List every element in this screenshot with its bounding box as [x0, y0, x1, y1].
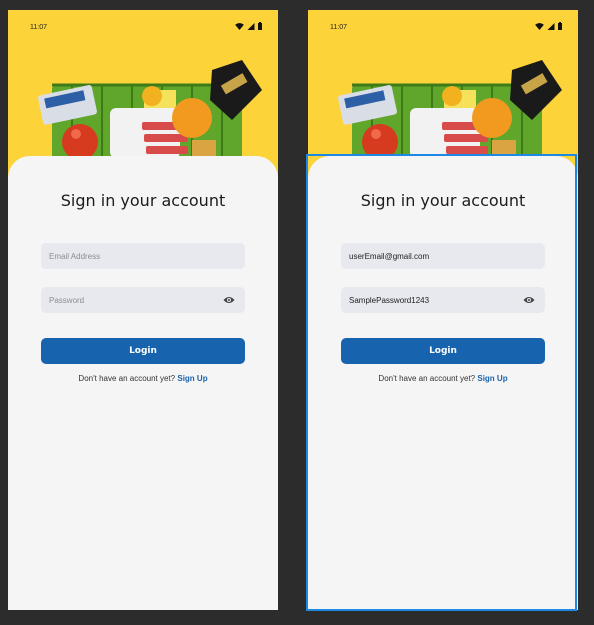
- wifi-icon: [535, 22, 544, 30]
- grocery-basket-image: [338, 60, 562, 170]
- signup-prompt-text: Don't have an account yet?: [78, 374, 176, 383]
- login-button[interactable]: Login: [341, 338, 545, 364]
- signup-prompt-text: Don't have an account yet?: [378, 374, 476, 383]
- signup-prompt: Don't have an account yet? Sign Up: [8, 374, 278, 383]
- wifi-icon: [235, 22, 244, 30]
- phone-screen-filled: 11:07 Sign in your account userEmail@gma…: [308, 10, 578, 610]
- status-bar: 11:07: [8, 10, 278, 46]
- grocery-basket-image: [38, 60, 262, 170]
- signup-link[interactable]: Sign Up: [177, 374, 207, 383]
- signal-icon: [247, 22, 255, 30]
- page-title: Sign in your account: [360, 191, 526, 210]
- hero-banner: 11:07: [8, 10, 278, 180]
- status-time: 11:07: [330, 24, 347, 31]
- hero-banner: 11:07: [308, 10, 578, 180]
- sign-in-sheet: Sign in your account Login Don't have an…: [308, 156, 578, 610]
- battery-icon: [558, 22, 562, 30]
- phone-screen-empty: 11:07 Sign in your account Email Address…: [8, 10, 278, 610]
- email-field[interactable]: [341, 243, 545, 269]
- login-button[interactable]: Login: [41, 338, 245, 364]
- signup-prompt: Don't have an account yet? Sign Up: [308, 374, 578, 383]
- sign-in-sheet: Sign in your account Login Don't have an…: [8, 156, 278, 610]
- signup-link[interactable]: Sign Up: [477, 374, 507, 383]
- battery-icon: [258, 22, 262, 30]
- eye-icon[interactable]: [523, 295, 535, 305]
- signal-icon: [547, 22, 555, 30]
- password-field[interactable]: [341, 287, 545, 313]
- eye-icon[interactable]: [223, 295, 235, 305]
- email-field[interactable]: [41, 243, 245, 269]
- status-bar: 11:07: [308, 10, 578, 46]
- status-time: 11:07: [30, 24, 47, 31]
- page-title: Sign in your account: [60, 191, 226, 210]
- password-field[interactable]: [41, 287, 245, 313]
